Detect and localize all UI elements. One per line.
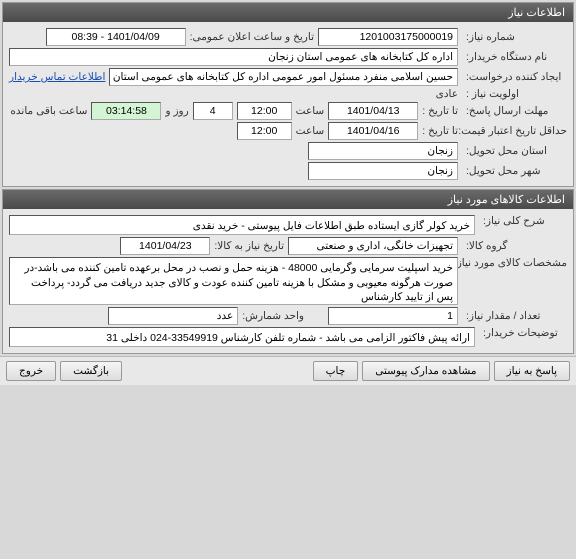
spec-field: خرید اسپلیت سرمایی وگرمایی 48000 - هزینه… [9, 257, 458, 305]
buyer-note-field: ارائه پیش فاکتور الزامی می باشد - شماره … [9, 327, 475, 347]
priority-value: عادی [436, 88, 458, 100]
goods-info-panel: اطلاعات کالاهای مورد نیاز شرح کلی نیاز: … [2, 189, 574, 354]
qty-label: تعداد / مقدار نیاز: [462, 310, 567, 322]
days-field: 4 [193, 102, 233, 120]
hour-label-2: ساعت [296, 125, 325, 137]
general-desc-label: شرح کلی نیاز: [479, 215, 567, 227]
countdown-field: 03:14:58 [91, 102, 161, 120]
goods-info-header: اطلاعات کالاهای مورد نیاز [3, 190, 573, 209]
need-number-field: 1201003175000019 [318, 28, 458, 46]
days-and-label: روز و [165, 105, 188, 117]
spec-label: مشخصات کالای مورد نیاز: [462, 257, 567, 269]
credit-time-field: 12:00 [237, 122, 292, 140]
print-button[interactable]: چاپ [313, 361, 359, 381]
to-date-label-1: تا تاریخ : [422, 105, 458, 117]
buyer-org-field: اداره کل کتابخانه های عمومی استان زنجان [9, 48, 458, 66]
need-by-date-field: 1401/04/23 [120, 237, 210, 255]
group-label: گروه کالا: [462, 240, 567, 252]
announce-label: تاریخ و ساعت اعلان عمومی: [190, 31, 314, 43]
goods-info-body: شرح کلی نیاز: خرید کولر گازی ایستاده طبق… [3, 209, 573, 353]
group-field: تجهیزات خانگی، اداری و صنعتی [288, 237, 458, 255]
announce-datetime-field: 1401/04/09 - 08:39 [46, 28, 186, 46]
attachments-button[interactable]: مشاهده مدارک پیوستی [362, 361, 489, 381]
delivery-city-field: زنجان [308, 162, 458, 180]
to-date-label-2: تا تاریخ : [422, 125, 458, 137]
min-credit-label: حداقل تاریخ اعتبار قیمت: [462, 125, 567, 137]
requester-label: ایجاد کننده درخواست: [462, 71, 567, 83]
need-by-label: تاریخ نیاز به کالا: [214, 240, 284, 252]
buyer-org-label: نام دستگاه خریدار: [462, 51, 567, 63]
button-spacer [126, 361, 309, 381]
back-button[interactable]: بازگشت [60, 361, 122, 381]
credit-date-field: 1401/04/16 [328, 122, 418, 140]
deadline-date-field: 1401/04/13 [328, 102, 418, 120]
deadline-reply-label: مهلت ارسال پاسخ: [462, 105, 567, 117]
need-info-header: اطلاعات نیاز [3, 3, 573, 22]
exit-button[interactable]: خروج [6, 361, 56, 381]
qty-field: 1 [328, 307, 458, 325]
unit-field: عدد [108, 307, 238, 325]
delivery-province-label: استان محل تحویل: [462, 145, 567, 157]
general-desc-field: خرید کولر گازی ایستاده طبق اطلاعات فایل … [9, 215, 475, 235]
remaining-label: ساعت باقی مانده [10, 105, 87, 117]
hour-label-1: ساعت [296, 105, 325, 117]
deadline-time-field: 12:00 [237, 102, 292, 120]
button-bar: پاسخ به نیاز مشاهده مدارک پیوستی چاپ باز… [0, 356, 576, 385]
delivery-city-label: شهر محل تحویل: [462, 165, 567, 177]
reply-button[interactable]: پاسخ به نیاز [494, 361, 570, 381]
priority-label: اولویت نیاز : [462, 88, 567, 100]
buyer-note-label: توضیحات خریدار: [479, 327, 567, 339]
need-info-panel: اطلاعات نیاز شماره نیاز: 120100317500001… [2, 2, 574, 187]
requester-field: حسین اسلامی منفرد مسئول امور عمومی اداره… [109, 68, 458, 86]
need-info-body: شماره نیاز: 1201003175000019 تاریخ و ساع… [3, 22, 573, 186]
unit-label: واحد شمارش: [242, 310, 304, 322]
delivery-province-field: زنجان [308, 142, 458, 160]
buyer-contact-link[interactable]: اطلاعات تماس خریدار [9, 71, 105, 83]
need-number-label: شماره نیاز: [462, 31, 567, 43]
